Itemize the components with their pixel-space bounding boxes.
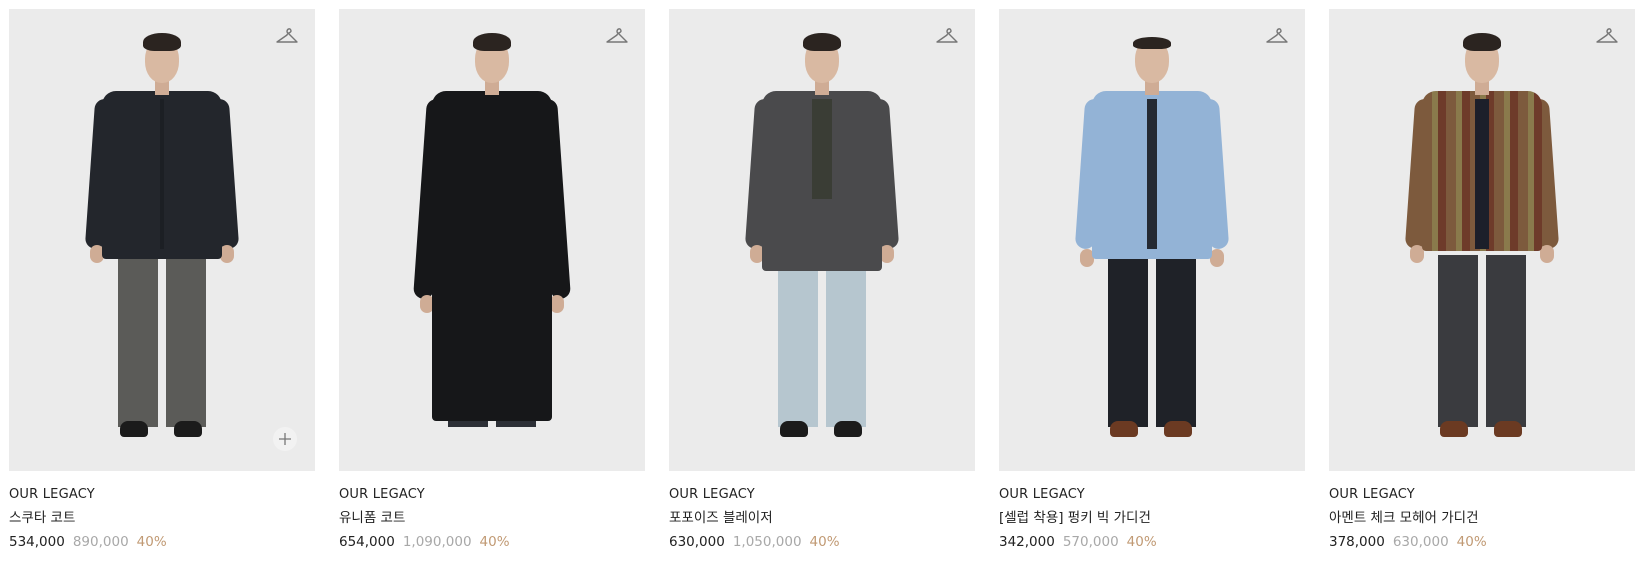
product-info: OUR LEGACY [셀럽 착용] 펑키 빅 가디건 342,000 570,0… (999, 471, 1305, 552)
product-name[interactable]: 스쿠타 코트 (9, 508, 315, 528)
sale-price: 534,000 (9, 534, 65, 550)
original-price: 1,090,000 (402, 534, 472, 550)
discount-rate: 40% (1126, 534, 1157, 550)
discount-rate: 40% (809, 534, 840, 550)
product-image[interactable] (999, 9, 1305, 471)
original-price: 1,050,000 (732, 534, 802, 550)
product-brand[interactable]: OUR LEGACY (999, 486, 1305, 504)
product-brand[interactable]: OUR LEGACY (669, 486, 975, 504)
product-card[interactable]: OUR LEGACY 유니폼 코트 654,000 1,090,000 40% (339, 9, 645, 552)
hanger-icon[interactable] (1595, 25, 1619, 47)
product-brand[interactable]: OUR LEGACY (9, 486, 315, 504)
product-brand[interactable]: OUR LEGACY (1329, 486, 1635, 504)
original-price: 630,000 (1392, 534, 1449, 550)
product-image[interactable] (1329, 9, 1635, 471)
product-grid: OUR LEGACY 스쿠타 코트 534,000 890,000 40% OU… (9, 9, 1635, 552)
original-price: 890,000 (72, 534, 129, 550)
product-prices: 378,000 630,000 40% (1329, 532, 1635, 552)
hanger-icon[interactable] (935, 25, 959, 47)
product-info: OUR LEGACY 포포이즈 블레이저 630,000 1,050,000 40% (669, 471, 975, 552)
product-info: OUR LEGACY 아멘트 체크 모헤어 가디건 378,000 630,000… (1329, 471, 1635, 552)
plus-icon[interactable] (273, 427, 297, 451)
discount-rate: 40% (1456, 534, 1487, 550)
sale-price: 630,000 (669, 534, 725, 550)
product-name[interactable]: 유니폼 코트 (339, 508, 645, 528)
discount-rate: 40% (479, 534, 510, 550)
product-name[interactable]: [셀럽 착용] 펑키 빅 가디건 (999, 508, 1305, 528)
product-prices: 342,000 570,000 40% (999, 532, 1305, 552)
product-brand[interactable]: OUR LEGACY (339, 486, 645, 504)
product-card[interactable]: OUR LEGACY 포포이즈 블레이저 630,000 1,050,000 40% (669, 9, 975, 552)
hanger-icon[interactable] (1265, 25, 1289, 47)
sale-price: 378,000 (1329, 534, 1385, 550)
product-card[interactable]: OUR LEGACY 아멘트 체크 모헤어 가디건 378,000 630,000… (1329, 9, 1635, 552)
sale-price: 342,000 (999, 534, 1055, 550)
product-card[interactable]: OUR LEGACY 스쿠타 코트 534,000 890,000 40% (9, 9, 315, 552)
product-image[interactable] (339, 9, 645, 471)
product-name[interactable]: 아멘트 체크 모헤어 가디건 (1329, 508, 1635, 528)
product-info: OUR LEGACY 유니폼 코트 654,000 1,090,000 40% (339, 471, 645, 552)
product-info: OUR LEGACY 스쿠타 코트 534,000 890,000 40% (9, 471, 315, 552)
product-prices: 534,000 890,000 40% (9, 532, 315, 552)
product-image[interactable] (669, 9, 975, 471)
discount-rate: 40% (136, 534, 167, 550)
product-image[interactable] (9, 9, 315, 471)
product-prices: 630,000 1,050,000 40% (669, 532, 975, 552)
hanger-icon[interactable] (605, 25, 629, 47)
hanger-icon[interactable] (275, 25, 299, 47)
original-price: 570,000 (1062, 534, 1119, 550)
product-prices: 654,000 1,090,000 40% (339, 532, 645, 552)
sale-price: 654,000 (339, 534, 395, 550)
product-card[interactable]: OUR LEGACY [셀럽 착용] 펑키 빅 가디건 342,000 570,0… (999, 9, 1305, 552)
product-name[interactable]: 포포이즈 블레이저 (669, 508, 975, 528)
